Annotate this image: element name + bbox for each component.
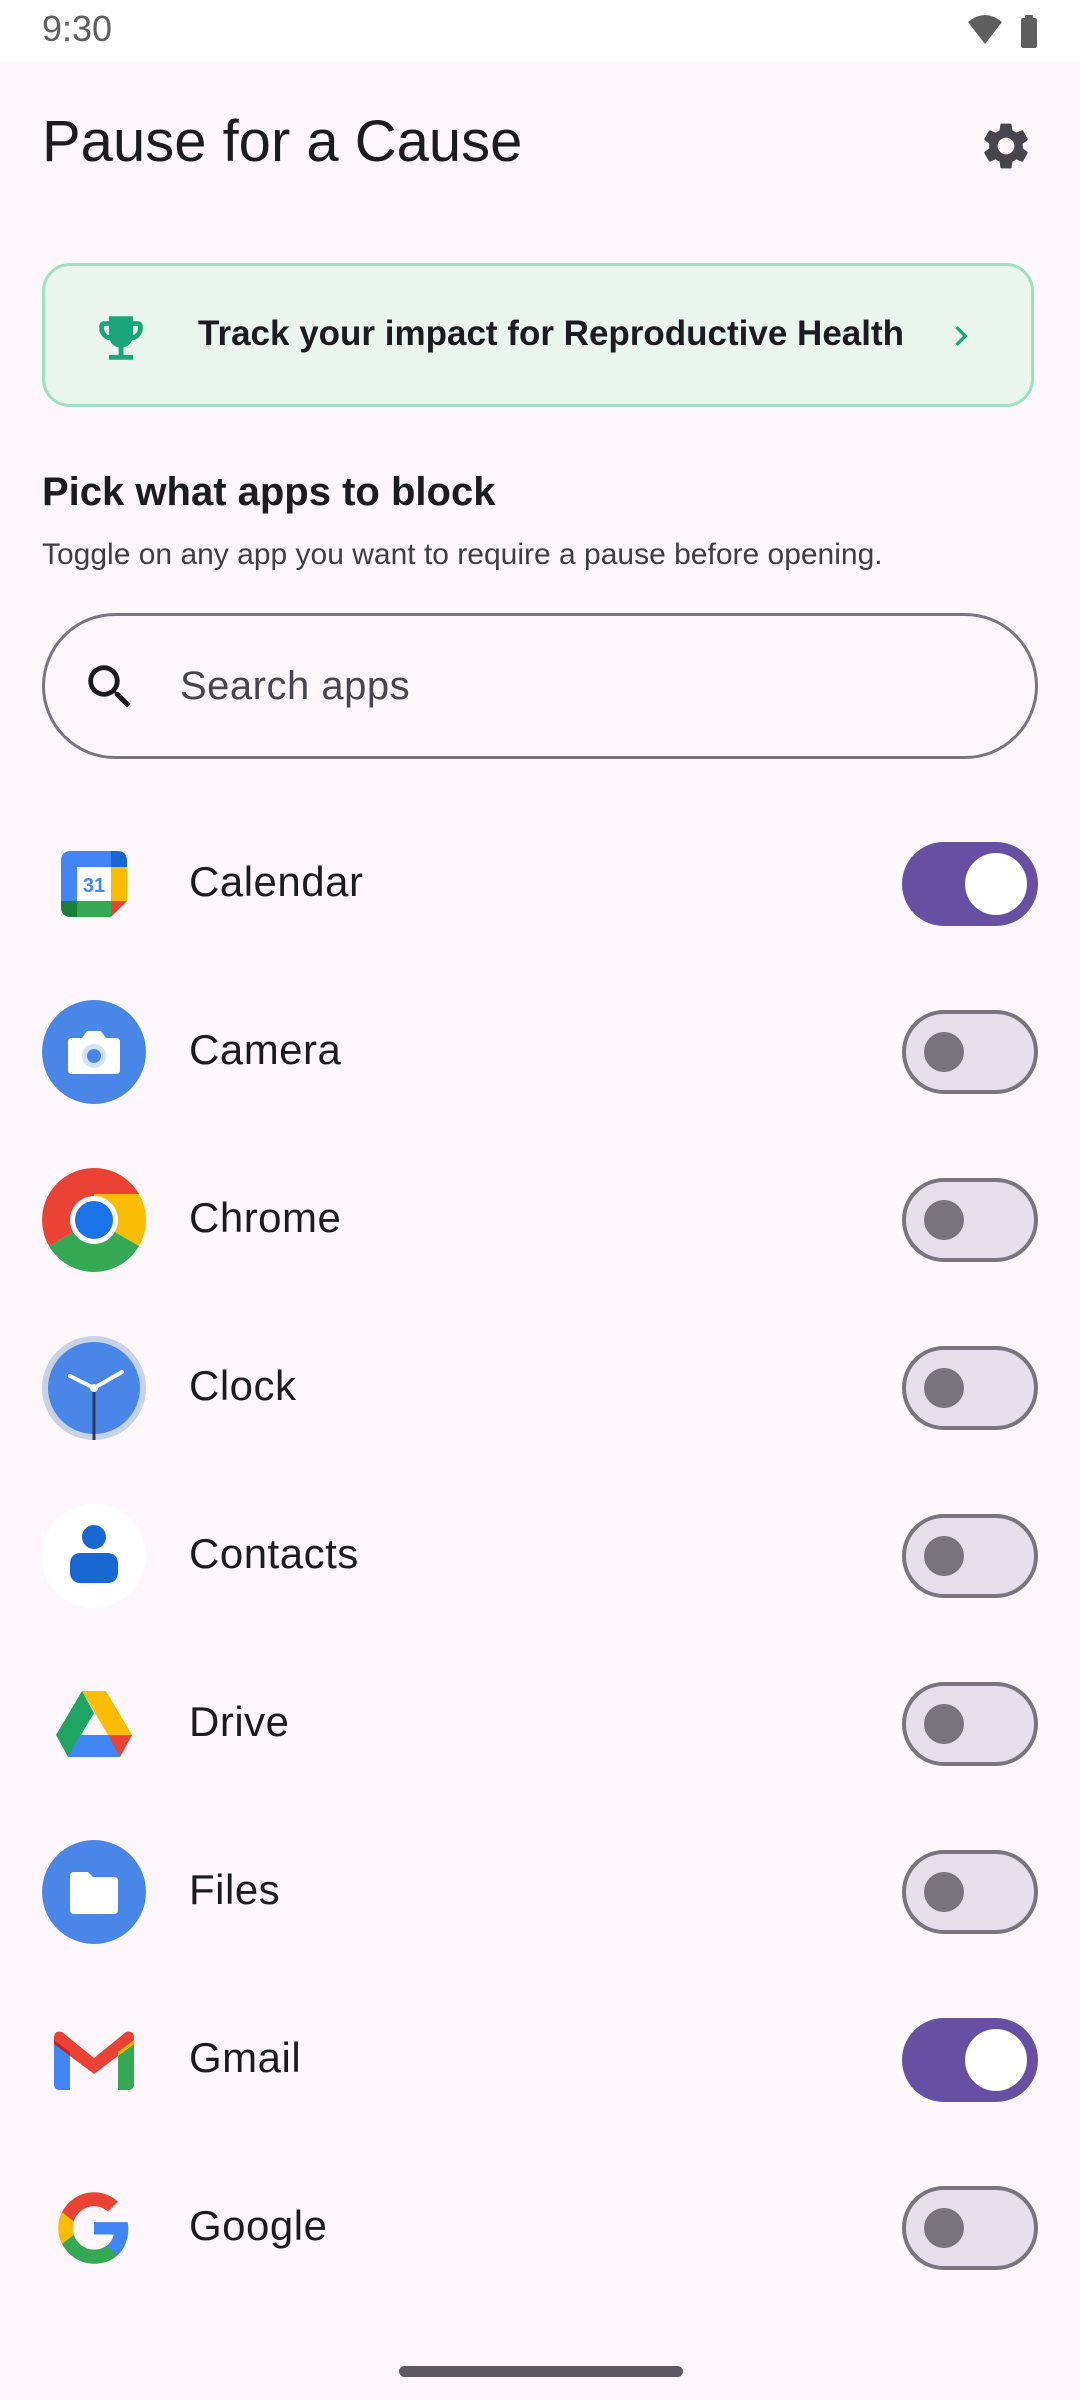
list-item bbox=[0, 2312, 1080, 2336]
app-name: Clock bbox=[189, 1362, 297, 1409]
list-item: Drive bbox=[0, 1640, 1080, 1808]
chevron-right-icon bbox=[955, 326, 968, 346]
chrome-icon bbox=[42, 1168, 146, 1272]
page-title: Pause for a Cause bbox=[42, 109, 523, 174]
google-toggle[interactable] bbox=[902, 2186, 1038, 2270]
list-item: Files bbox=[0, 1808, 1080, 1976]
app-name: Gmail bbox=[189, 2034, 302, 2081]
camera-icon bbox=[42, 1000, 146, 1104]
app-name: Google bbox=[189, 2202, 328, 2249]
list-item: Gmail bbox=[0, 1976, 1080, 2144]
drive-toggle[interactable] bbox=[902, 1682, 1038, 1766]
status-icons bbox=[966, 12, 1046, 52]
wifi-icon bbox=[968, 15, 1002, 44]
impact-card-label: Track your impact for Reproductive Healt… bbox=[198, 314, 905, 353]
settings-button[interactable] bbox=[974, 114, 1038, 178]
chrome-toggle[interactable] bbox=[902, 1178, 1038, 1262]
calendar-icon: 31 bbox=[61, 851, 127, 917]
home-indicator[interactable] bbox=[399, 2366, 683, 2377]
trophy-icon bbox=[99, 316, 143, 360]
svg-text:31: 31 bbox=[83, 875, 105, 897]
gmail-icon bbox=[54, 2031, 134, 2090]
gmail-toggle[interactable] bbox=[902, 2018, 1038, 2102]
app-name: Camera bbox=[189, 1026, 342, 1073]
list-item: Clock bbox=[0, 1304, 1080, 1472]
search-placeholder: Search apps bbox=[180, 664, 411, 708]
clock-toggle[interactable] bbox=[902, 1346, 1038, 1430]
status-time: 9:30 bbox=[42, 8, 113, 49]
list-item: Camera bbox=[0, 968, 1080, 1136]
contacts-toggle[interactable] bbox=[902, 1514, 1038, 1598]
calendar-toggle[interactable] bbox=[902, 842, 1038, 926]
gear-icon bbox=[984, 123, 1028, 169]
files-toggle[interactable] bbox=[902, 1850, 1038, 1934]
status-bar: 9:30 bbox=[0, 0, 1080, 62]
app-name: Calendar bbox=[189, 858, 364, 905]
list-item: Contacts bbox=[0, 1472, 1080, 1640]
search-input[interactable]: Search apps bbox=[42, 613, 1038, 759]
app-bar: Pause for a Cause bbox=[0, 62, 1080, 232]
camera-toggle[interactable] bbox=[902, 1010, 1038, 1094]
app-name: Files bbox=[189, 1866, 281, 1913]
app-list: 31 Calendar Camera Chrome Clock Contacts… bbox=[0, 800, 1080, 2336]
drive-icon bbox=[56, 1691, 132, 1757]
list-item: Google bbox=[0, 2144, 1080, 2312]
app-name: Chrome bbox=[189, 1194, 342, 1241]
impact-card[interactable]: Track your impact for Reproductive Healt… bbox=[42, 263, 1034, 407]
search-icon bbox=[88, 665, 131, 708]
files-icon bbox=[42, 1840, 146, 1944]
section-title: Pick what apps to block bbox=[42, 470, 496, 514]
google-icon bbox=[58, 2192, 129, 2264]
section-subtitle: Toggle on any app you want to require a … bbox=[42, 538, 883, 571]
list-item: Chrome bbox=[0, 1136, 1080, 1304]
contacts-icon bbox=[42, 1504, 146, 1608]
battery-icon bbox=[1021, 15, 1037, 48]
app-name: Drive bbox=[189, 1698, 290, 1745]
app-name: Contacts bbox=[189, 1530, 359, 1577]
list-item: 31 Calendar bbox=[0, 800, 1080, 968]
clock-icon bbox=[42, 1336, 146, 1440]
